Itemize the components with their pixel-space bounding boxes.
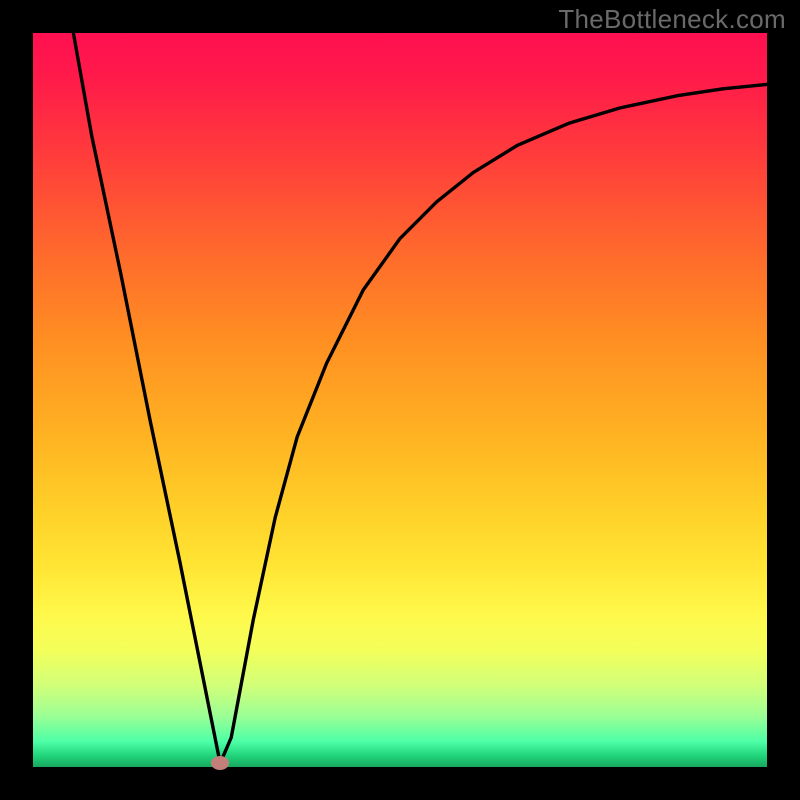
- bottleneck-curve-path: [73, 33, 767, 763]
- chart-wrapper: TheBottleneck.com: [0, 0, 800, 800]
- plot-area: [33, 33, 767, 767]
- curve-svg: [33, 33, 767, 767]
- attribution-label: TheBottleneck.com: [558, 4, 786, 35]
- min-point-marker: [211, 756, 229, 770]
